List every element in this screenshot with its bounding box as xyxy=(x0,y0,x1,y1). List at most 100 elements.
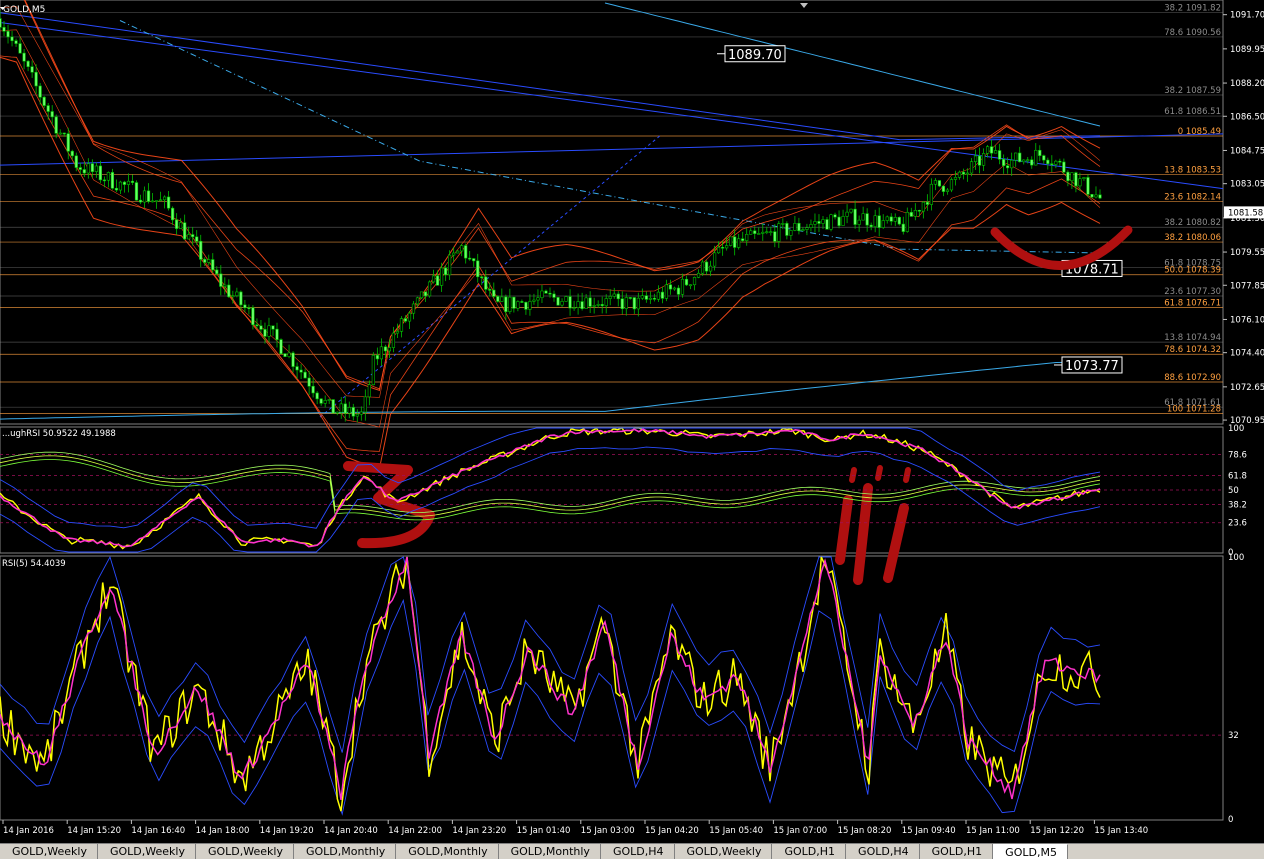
candle-body xyxy=(118,181,123,191)
time-tick-label: 15 Jan 07:00 xyxy=(773,826,827,836)
indicator-1-tick-label: 61.8 xyxy=(1228,471,1247,481)
candle-body xyxy=(339,403,343,413)
candle-body xyxy=(154,200,159,202)
candle-body xyxy=(789,230,793,236)
candle-body xyxy=(110,172,115,189)
chart-tab[interactable]: GOLD,H1 xyxy=(920,844,994,859)
candle-body xyxy=(335,411,339,414)
candle-body xyxy=(1018,152,1022,163)
candle-body xyxy=(869,224,873,227)
candle-body xyxy=(769,231,773,233)
candle-body xyxy=(492,289,496,297)
candle-body xyxy=(38,85,42,98)
chart-tab[interactable]: GOLD,Weekly xyxy=(0,844,98,859)
chart-tab[interactable]: GOLD,H4 xyxy=(846,844,920,859)
candle-body xyxy=(484,276,488,290)
candle-body xyxy=(134,182,139,201)
price-tick-label: 1072.65 xyxy=(1230,383,1264,393)
candle-body xyxy=(913,210,917,217)
candle-body xyxy=(712,252,717,267)
candle-body xyxy=(327,399,331,401)
candle-body xyxy=(468,257,472,260)
candle-body xyxy=(251,307,255,326)
bollinger-band xyxy=(24,0,1101,390)
candle-body xyxy=(323,400,327,404)
candle-body xyxy=(395,330,400,334)
cyan-envelope-line xyxy=(0,361,1100,420)
price-tick-label: 1091.70 xyxy=(1230,11,1264,21)
candle-body xyxy=(576,301,580,308)
candle-body xyxy=(86,163,90,174)
price-tick-label: 1074.40 xyxy=(1230,349,1264,359)
indicator-2-tick-label: 32 xyxy=(1228,731,1239,741)
shift-marker-icon[interactable] xyxy=(800,3,808,8)
candle-body xyxy=(319,398,323,404)
candle-body xyxy=(885,216,889,221)
chart-tab[interactable]: GOLD,H4 xyxy=(601,844,675,859)
candle-body xyxy=(363,396,367,413)
price-tick-label: 1077.85 xyxy=(1230,281,1264,291)
candle-body xyxy=(207,259,211,263)
fib-level-label: 61.8 1076.71 xyxy=(1164,299,1221,309)
candle-body xyxy=(239,291,243,306)
chart-tab[interactable]: GOLD,Monthly xyxy=(294,844,397,859)
chart-tab[interactable]: GOLD,M5 xyxy=(993,844,1068,859)
candle-body xyxy=(150,200,155,203)
candle-body xyxy=(628,297,632,299)
candle-body xyxy=(423,291,428,297)
candle-body xyxy=(175,219,179,229)
candle-body xyxy=(1090,194,1094,198)
chart-tab[interactable]: GOLD,H1 xyxy=(772,844,847,859)
candle-body xyxy=(933,180,938,185)
candle-body xyxy=(299,369,303,373)
chart-tab[interactable]: GOLD,Weekly xyxy=(196,844,294,859)
chart-tab[interactable]: GOLD,Weekly xyxy=(675,844,773,859)
candle-body xyxy=(596,304,600,306)
candle-body xyxy=(761,231,765,234)
candle-body xyxy=(837,216,841,226)
candle-body xyxy=(14,40,18,44)
chart-tab[interactable]: GOLD,Monthly xyxy=(499,844,601,859)
candle-body xyxy=(985,146,990,154)
candle-body xyxy=(877,215,881,228)
candle-body xyxy=(1038,149,1042,156)
candle-body xyxy=(1066,171,1070,182)
candle-body xyxy=(672,287,677,290)
candle-body xyxy=(1070,172,1074,182)
hand-annotations xyxy=(343,225,1133,585)
fib-level-label: 78.6 1074.32 xyxy=(1164,345,1221,355)
candle-body xyxy=(813,221,817,225)
candle-body xyxy=(1026,159,1030,162)
chart-tab[interactable]: GOLD,Monthly xyxy=(396,844,499,859)
candle-body xyxy=(957,171,962,178)
candle-body xyxy=(203,259,207,263)
candle-body xyxy=(805,227,809,230)
candle-body xyxy=(6,31,10,38)
candle-body xyxy=(708,265,713,272)
time-tick-label: 15 Jan 04:20 xyxy=(645,826,699,836)
fib-level-label: 38.2 1080.06 xyxy=(1164,233,1221,243)
candle-body xyxy=(953,177,958,180)
candle-body xyxy=(2,27,6,32)
bollinger-band xyxy=(0,6,1101,398)
candle-body xyxy=(520,301,524,303)
candle-body xyxy=(415,297,420,305)
candle-body xyxy=(375,355,379,360)
trend-line xyxy=(0,12,1101,141)
candle-body xyxy=(355,413,359,417)
chart-tab[interactable]: GOLD,Weekly xyxy=(98,844,196,859)
candle-body xyxy=(287,352,291,357)
candle-body xyxy=(158,199,163,202)
candle-body xyxy=(122,181,127,185)
candle-body xyxy=(889,216,893,222)
candle-body xyxy=(793,223,797,231)
candle-body xyxy=(1074,172,1078,187)
stroke-annotation xyxy=(835,495,853,565)
candle-body xyxy=(857,219,861,225)
candle-body xyxy=(259,325,263,330)
candle-body xyxy=(648,297,652,300)
candle-body xyxy=(78,167,82,170)
candle-body xyxy=(612,293,616,297)
candle-body xyxy=(1030,159,1034,166)
candle-body xyxy=(624,297,628,310)
